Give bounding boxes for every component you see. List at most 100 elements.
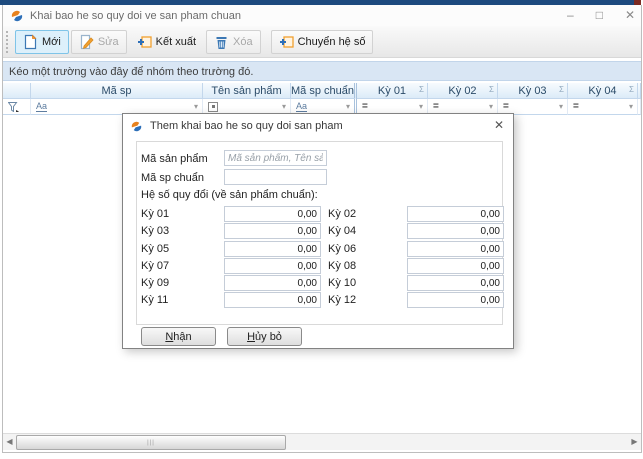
period-input-ky-12[interactable] xyxy=(407,292,504,308)
delete-button[interactable]: Xóa xyxy=(206,30,261,54)
period-input-ky-02[interactable] xyxy=(407,206,504,222)
text-filter-icon[interactable]: Aa xyxy=(36,102,47,112)
product-code-label: Mã sản phẩm xyxy=(141,153,208,165)
column-header-ma-sp-chuan[interactable]: Mã sp chuẩn xyxy=(291,83,357,99)
chevron-down-icon[interactable]: ▾ xyxy=(629,102,633,111)
trash-icon xyxy=(214,34,229,50)
summary-sigma-icon[interactable]: Σ xyxy=(489,85,494,94)
cancel-button[interactable]: Hủy bỏ xyxy=(227,327,302,346)
column-header-ky-03[interactable]: Kỳ 03 Σ xyxy=(498,83,568,99)
product-code-input[interactable] xyxy=(224,150,327,166)
column-label: Tên sản phẩm xyxy=(211,85,281,97)
window-controls: – □ ✕ xyxy=(567,5,635,26)
period-input-ky-11[interactable] xyxy=(224,292,321,308)
column-label: Mã sp chuẩn xyxy=(291,85,354,97)
new-document-icon xyxy=(23,34,38,50)
export-icon xyxy=(137,34,152,50)
cancel-button-label: Hủy bỏ xyxy=(228,331,301,343)
column-header-ky-01[interactable]: Kỳ 01 Σ xyxy=(357,83,428,99)
dialog-close-icon[interactable]: ✕ xyxy=(494,118,504,132)
title-bar: Khai bao he so quy doi ve san pham chuan… xyxy=(3,5,641,26)
column-header-ky-04[interactable]: Kỳ 04 Σ xyxy=(568,83,638,99)
header-row: Mã sp Tên sản phẩm Mã sp chuẩn Kỳ 01 Σ K… xyxy=(3,83,641,99)
period-label-ky-04: Kỳ 04 xyxy=(328,225,356,237)
equals-filter-icon[interactable]: = xyxy=(573,101,579,112)
edit-button[interactable]: Sửa xyxy=(71,30,127,54)
chevron-down-icon[interactable]: ▾ xyxy=(419,102,423,111)
period-input-ky-08[interactable] xyxy=(407,258,504,274)
column-header-partial xyxy=(638,83,641,99)
summary-sigma-icon[interactable]: Σ xyxy=(419,85,424,94)
summary-sigma-icon[interactable]: Σ xyxy=(629,85,634,94)
grid-header: Mã sp Tên sản phẩm Mã sp chuẩn Kỳ 01 Σ K… xyxy=(3,83,641,115)
accept-button[interactable]: Nhận xyxy=(141,327,216,346)
app-logo-icon xyxy=(131,121,142,132)
text-filter-icon[interactable]: Aa xyxy=(296,102,307,112)
scroll-left-icon[interactable]: ◀ xyxy=(3,434,16,450)
column-header-ten-san-pham[interactable]: Tên sản phẩm xyxy=(203,83,291,99)
group-by-panel[interactable]: Kéo một trường vào đây để nhóm theo trườ… xyxy=(3,61,641,81)
column-label: Kỳ 03 xyxy=(518,85,546,97)
period-label-ky-09: Kỳ 09 xyxy=(141,277,169,289)
chevron-down-icon[interactable]: ▾ xyxy=(559,102,563,111)
period-input-ky-10[interactable] xyxy=(407,275,504,291)
column-label: Mã sp xyxy=(102,85,132,97)
period-label-ky-12: Kỳ 12 xyxy=(328,294,356,306)
period-label-ky-01: Kỳ 01 xyxy=(141,208,169,220)
standard-code-input[interactable] xyxy=(224,169,327,185)
period-label-ky-08: Kỳ 08 xyxy=(328,260,356,272)
period-label-ky-11: Kỳ 11 xyxy=(141,294,168,306)
new-button[interactable]: Mới xyxy=(15,30,69,54)
toolbar: Mới Sửa Kết xuất Xóa xyxy=(3,26,641,58)
equals-filter-icon[interactable]: = xyxy=(362,101,368,112)
period-input-ky-03[interactable] xyxy=(224,223,321,239)
period-input-ky-09[interactable] xyxy=(224,275,321,291)
new-button-label: Mới xyxy=(42,36,61,48)
column-header-ma-sp[interactable]: Mã sp xyxy=(31,83,203,99)
horizontal-scrollbar[interactable]: ◀ ||| ▶ xyxy=(3,433,641,450)
accept-button-label: Nhận xyxy=(142,331,215,343)
period-input-ky-01[interactable] xyxy=(224,206,321,222)
app-logo-icon xyxy=(11,10,23,22)
filter-cell-partial: = xyxy=(638,99,641,115)
equals-filter-icon[interactable]: = xyxy=(433,101,439,112)
delete-button-label: Xóa xyxy=(233,36,253,48)
toolbar-grip[interactable] xyxy=(6,31,11,53)
scroll-right-icon[interactable]: ▶ xyxy=(628,434,641,450)
minimize-icon[interactable]: – xyxy=(567,5,574,26)
dialog-title: Them khai bao he so quy doi san pham xyxy=(150,120,343,132)
period-input-ky-04[interactable] xyxy=(407,223,504,239)
standard-code-label: Mã sp chuẩn xyxy=(141,172,204,184)
filter-funnel-icon[interactable] xyxy=(8,102,19,112)
period-label-ky-05: Kỳ 05 xyxy=(141,243,169,255)
period-label-ky-06: Kỳ 06 xyxy=(328,243,356,255)
conversion-section-label: Hệ số quy đổi (về sản phẩm chuẩn): xyxy=(141,189,318,201)
dialog-title-bar: Them khai bao he so quy doi san pham ✕ xyxy=(123,114,513,138)
period-label-ky-03: Kỳ 03 xyxy=(141,225,169,237)
period-input-ky-07[interactable] xyxy=(224,258,321,274)
chevron-down-icon[interactable]: ▾ xyxy=(489,102,493,111)
period-label-ky-10: Kỳ 10 xyxy=(328,277,356,289)
period-label-ky-02: Kỳ 02 xyxy=(328,208,356,220)
chevron-down-icon[interactable]: ▾ xyxy=(282,102,286,111)
export-button[interactable]: Kết xuất xyxy=(129,30,204,54)
column-label: Kỳ 02 xyxy=(448,85,476,97)
column-header-ky-02[interactable]: Kỳ 02 Σ xyxy=(428,83,498,99)
edit-icon xyxy=(79,34,94,50)
chevron-down-icon[interactable]: ▾ xyxy=(194,102,198,111)
scrollbar-grip-icon: ||| xyxy=(147,440,155,446)
row-indicator-header xyxy=(3,83,31,99)
period-input-ky-05[interactable] xyxy=(224,241,321,257)
period-input-ky-06[interactable] xyxy=(407,241,504,257)
window-title: Khai bao he so quy doi ve san pham chuan xyxy=(30,10,241,22)
scrollbar-thumb[interactable]: ||| xyxy=(16,435,286,450)
summary-sigma-icon[interactable]: Σ xyxy=(559,85,564,94)
convert-ratio-button[interactable]: Chuyển hệ số xyxy=(271,30,374,54)
equals-filter-icon[interactable]: = xyxy=(503,101,509,112)
maximize-icon[interactable]: □ xyxy=(596,5,603,26)
box-filter-icon[interactable] xyxy=(208,102,218,112)
export-button-label: Kết xuất xyxy=(156,36,196,48)
close-icon[interactable]: ✕ xyxy=(625,5,635,26)
chevron-down-icon[interactable]: ▾ xyxy=(346,102,350,111)
filter-cell-ky-04[interactable]: = ▾ xyxy=(568,99,638,115)
